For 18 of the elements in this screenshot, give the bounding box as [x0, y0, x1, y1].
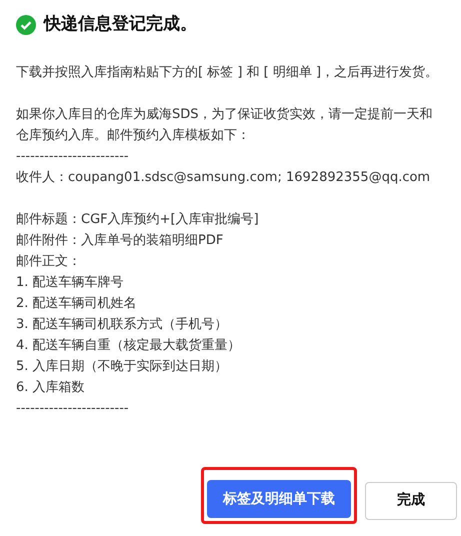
template-line: 6. 入库箱数 [16, 378, 86, 396]
template-line: 邮件标题：CGF入库预约+[入库审批编号] [16, 210, 260, 228]
template-line: 邮件附件：入库单号的装箱明细PDF [16, 232, 224, 250]
download-button[interactable]: 标签及明细单下载 [207, 480, 351, 518]
template-line: ------------------------ [16, 148, 130, 166]
success-check-icon [16, 14, 36, 35]
instruction-paragraph: 下载并按照入库指南粘贴下方的[ 标签 ] 和 [ 明细单 ]，之后再进行发货。 [16, 64, 440, 82]
dialog-title: 快递信息登记完成。 [44, 13, 197, 36]
instruction-paragraph: 如果你入库目的仓库为威海SDS，为了保证收货实效，请一定提前一天和仓库预约入库。邮件预约入库模板如下： [16, 106, 434, 144]
template-line: 4. 配送车辆自重（核定最大载货重量） [16, 336, 242, 354]
template-line: 2. 配送车辆司机姓名 [16, 294, 138, 312]
template-line: 5. 入库日期（不晚于实际到达日期） [16, 358, 229, 376]
template-line: 收件人：coupang01.sdsc@samsung.com; 1692892355@qq.com [16, 168, 432, 186]
template-line: 3. 配送车辆司机联系方式（手机号） [16, 316, 229, 334]
template-line: 邮件正文： [16, 252, 82, 270]
done-button[interactable]: 完成 [365, 482, 457, 520]
template-line: 1. 配送车辆车牌号 [16, 274, 125, 292]
template-line: ------------------------ [16, 400, 130, 418]
